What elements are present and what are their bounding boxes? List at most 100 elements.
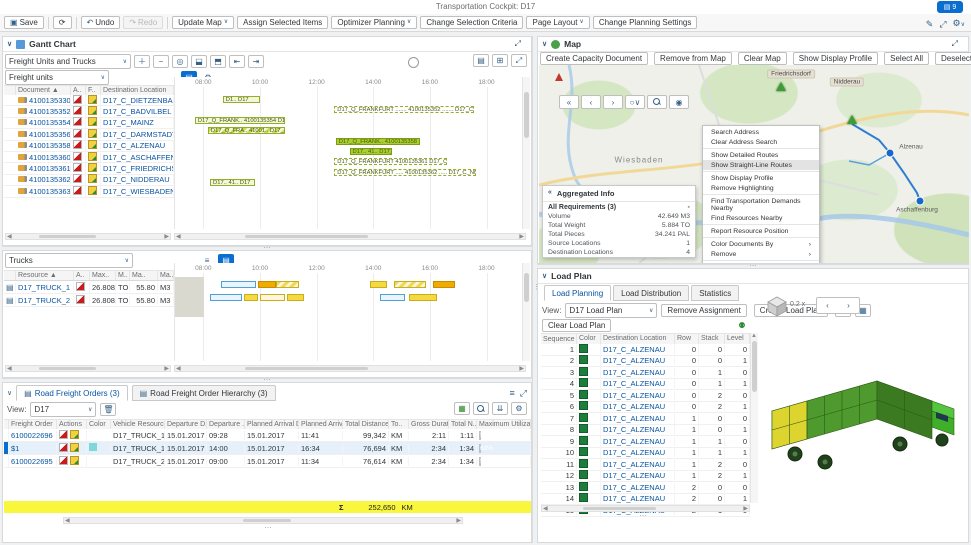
load-item-row[interactable]: 9D17_C_ALZENAU110 <box>541 436 750 448</box>
truck-gantt-bar[interactable] <box>370 281 388 288</box>
load-item-row[interactable]: 6D17_C_ALZENAU021 <box>541 402 750 414</box>
destination-link[interactable]: D17_C_ALZENAU <box>603 345 665 354</box>
column-header[interactable]: Color <box>87 420 111 429</box>
column-header[interactable]: Destination Location <box>601 334 675 344</box>
zoom-out-button[interactable]: − <box>153 55 169 68</box>
destination-link[interactable]: D17_C_WIESBADEN <box>103 187 174 196</box>
destination-link[interactable]: D17_C_ALZENAU <box>603 402 665 411</box>
truck-gantt-bar[interactable] <box>380 294 405 301</box>
scroll-right-button[interactable]: ⇥ <box>248 55 264 68</box>
column-header[interactable]: Total N.. <box>449 420 477 429</box>
trucks-vscrollbar[interactable] <box>522 263 530 361</box>
context-menu-item[interactable]: Remove Highlighting <box>703 183 819 193</box>
column-header[interactable]: Max.. <box>90 271 116 280</box>
order-row[interactable]: $1 D17_TRUCK_115.01.201714:0015.01.20171… <box>4 442 531 455</box>
column-header[interactable]: Planned Arrival Date <box>245 420 299 429</box>
load-item-row[interactable]: 12D17_C_ALZENAU121 <box>541 471 750 483</box>
action-icon[interactable] <box>59 430 68 439</box>
action-icon[interactable] <box>70 456 79 465</box>
expand-icon[interactable]: ⤢ <box>946 38 964 50</box>
load-item-row[interactable]: 4D17_C_ALZENAU011 <box>541 379 750 391</box>
gantt-bar[interactable]: D17.. 41.. D17 <box>210 179 255 186</box>
freight-order-link[interactable]: $1 <box>11 444 19 453</box>
order-row[interactable]: 6100022696 D17_TRUCK_115.01.201709:2815.… <box>4 429 531 442</box>
destination-link[interactable]: D17_C_ALZENAU <box>603 471 665 480</box>
splitter-handle[interactable]: ⋯ <box>258 527 278 531</box>
gantt-row-select[interactable]: Freight units∨ <box>5 70 109 85</box>
destination-link[interactable]: D17_C_DIETZENBACH <box>103 96 174 105</box>
freight-unit-row[interactable]: 4100135362D17_C_NIDDERAU <box>4 175 174 186</box>
destination-link[interactable]: D17_C_ALZENAU <box>603 437 665 446</box>
column-header[interactable]: Stack <box>699 334 725 344</box>
gantt-hscrollbar[interactable]: ◀▶ <box>174 365 526 372</box>
destination-link[interactable]: D17_C_ALZENAU <box>603 414 665 423</box>
context-menu-item[interactable]: Show Detailed Routes <box>703 150 819 160</box>
column-header[interactable]: Total Distance <box>343 420 389 429</box>
document-link[interactable]: 4100135356 <box>29 130 71 139</box>
freight-unit-row[interactable]: 4100135352D17_C_BADVILBEL <box>4 106 174 117</box>
column-header[interactable]: Planned Arriva.. <box>299 420 343 429</box>
gantt-chart-area[interactable]: 08:0010:0012:0014:0016:0018:00D1.. D17D1… <box>174 77 529 229</box>
resource-link[interactable]: D17_TRUCK_1 <box>18 283 70 292</box>
column-header[interactable]: Departure D.. <box>165 420 207 429</box>
refresh-icon[interactable]: ▦ <box>454 402 470 415</box>
destination-link[interactable]: D17_C_ALZENAU <box>603 379 665 388</box>
truck-gantt-bar[interactable] <box>260 294 285 301</box>
expand-icon[interactable]: ⤢ <box>520 386 527 400</box>
freight-unit-row[interactable]: 4100135330 D17_C_DIETZENBACH <box>4 95 174 106</box>
destination-link[interactable]: D17_C_BADVILBEL <box>103 107 171 116</box>
clear-load-plan-button[interactable]: Clear Load Plan <box>542 319 611 332</box>
collapse-icon[interactable]: ∨ <box>7 40 12 48</box>
trucks-select[interactable]: Trucks∨ <box>5 253 133 268</box>
context-menu-item[interactable]: Color Documents By› <box>703 239 819 249</box>
update-map-button[interactable]: Update Map∨ <box>172 16 234 29</box>
document-link[interactable]: 4100135330 <box>29 96 71 105</box>
settings-gear-icon[interactable]: ⚙∨ <box>953 16 965 32</box>
expand-icon[interactable]: ⤢ <box>509 38 527 50</box>
action-icon[interactable] <box>59 456 68 465</box>
freight-unit-row[interactable]: 4100135356 D17_C_DARMSTADT <box>4 129 174 140</box>
destination-link[interactable]: D17_C_ALZENAU <box>603 460 665 469</box>
deselect-all-button[interactable]: Deselect All <box>935 52 971 65</box>
resource-link[interactable]: D17_TRUCK_2 <box>18 296 70 305</box>
truck-gantt-bar[interactable] <box>258 281 276 288</box>
load-item-row[interactable]: 1D17_C_ALZENAU000 <box>541 344 750 356</box>
gantt-bar[interactable]: D17.. 41.. D17_C.. <box>350 148 393 155</box>
truck-row[interactable]: ▤D17_TRUCK_126.808TO55.80M3 <box>4 281 174 294</box>
gantt-bar[interactable]: D17_Q_FRANK.. 4100135354 D17_C_MAINZ <box>195 117 285 124</box>
destination-link[interactable]: D17_C_ALZENAU <box>603 494 665 503</box>
destination-link[interactable]: D17_C_ALZENAU <box>603 356 665 365</box>
menu-icon[interactable]: ≡ <box>510 386 515 400</box>
document-link[interactable]: 4100135362 <box>29 175 71 184</box>
column-header[interactable]: Vehicle Resource <box>111 420 165 429</box>
truck-gantt-bar[interactable] <box>287 294 305 301</box>
column-header[interactable]: Level <box>725 334 750 344</box>
delete-view-icon[interactable]: 🗑 <box>100 403 116 416</box>
load-item-row[interactable]: 14D17_C_ALZENAU201 <box>541 494 750 506</box>
slider-knob[interactable] <box>408 57 419 68</box>
freight-unit-row[interactable]: 4100135361D17_C_FRIEDRICHSDORF <box>4 163 174 174</box>
column-header[interactable]: To.. <box>389 420 409 429</box>
load-plan-view-select[interactable]: D17 Load Plan∨ <box>565 303 657 318</box>
context-menu-item[interactable]: Personalize› <box>703 262 819 263</box>
column-header[interactable]: Ma.. <box>158 271 174 280</box>
truck-gantt-bar[interactable] <box>276 281 299 288</box>
action-icon[interactable] <box>70 430 79 439</box>
document-link[interactable]: 4100135360 <box>29 153 71 162</box>
load-item-row[interactable]: 10D17_C_ALZENAU111 <box>541 448 750 460</box>
freight-unit-row[interactable]: 4100135354D17_C_MAINZ <box>4 118 174 129</box>
assign-selected-items-button[interactable]: Assign Selected Items <box>237 16 328 29</box>
load-item-row[interactable]: 11D17_C_ALZENAU120 <box>541 459 750 471</box>
trucks-gantt-area[interactable]: 08:0010:0012:0014:0016:0018:00 <box>174 263 529 361</box>
column-header[interactable]: Row <box>675 334 699 344</box>
gantt-bar[interactable]: D17_Q_FRA.. 41001.. D17_C_DA.. <box>208 127 285 134</box>
gantt-bar[interactable]: D17_Q_FRANKFURT ....... 4100135352 .....… <box>334 106 474 113</box>
grid-view-icon[interactable]: ⊞ <box>492 54 508 67</box>
destination-link[interactable]: D17_C_ASCHAFFENBURG <box>103 153 174 162</box>
pin-icon[interactable]: ▪ <box>688 204 690 211</box>
destination-link[interactable]: D17_C_DARMSTADT <box>103 130 174 139</box>
truck-gantt-bar[interactable] <box>433 281 454 288</box>
load-item-row[interactable]: 5D17_C_ALZENAU020 <box>541 390 750 402</box>
undo-button[interactable]: ↶Undo <box>81 16 121 29</box>
back-icon[interactable]: « <box>548 189 552 198</box>
